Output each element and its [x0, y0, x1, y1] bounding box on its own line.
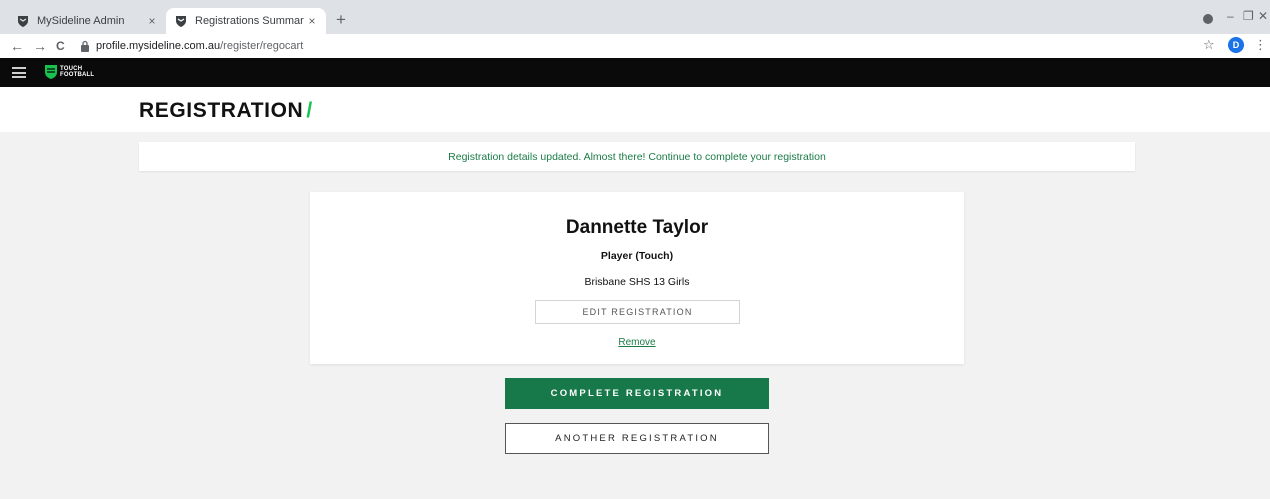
page-title-slash: / [306, 99, 313, 122]
url-host: profile.mysideline.com.au [96, 40, 221, 52]
tab-registrations-summary[interactable]: Registrations Summary – MySide × [166, 8, 326, 34]
extension-icon[interactable] [1203, 14, 1213, 24]
tab-title: MySideline Admin [37, 15, 125, 27]
browser-toolbar: ← → C profile.mysideline.com.au/register… [0, 34, 1270, 58]
forward-icon[interactable]: → [33, 37, 47, 55]
logo-shield-icon [45, 65, 57, 79]
page-title: REGISTRATION / [139, 99, 313, 123]
minimize-icon[interactable]: – [1227, 9, 1234, 23]
browser-tab-strip: MySideline Admin × Registrations Summary… [0, 0, 1270, 34]
url-path: /register/regocart [220, 40, 304, 52]
bookmark-star-icon[interactable]: ☆ [1203, 37, 1215, 53]
touch-football-logo[interactable]: TOUCH FOOTBALL [44, 64, 94, 80]
complete-registration-button[interactable]: COMPLETE REGISTRATION [505, 378, 769, 409]
lock-icon [81, 40, 89, 52]
registrant-role: Player (Touch) [600, 250, 674, 262]
page-title-text: REGISTRATION [139, 99, 304, 122]
brand-text: TOUCH FOOTBALL [60, 66, 94, 78]
tab-title: Registrations Summary – MySide [195, 15, 304, 27]
another-registration-button[interactable]: ANOTHER REGISTRATION [505, 423, 769, 454]
status-notice: Registration details updated. Almost the… [139, 142, 1135, 171]
shield-icon [18, 16, 28, 27]
remove-link[interactable]: Remove [310, 337, 964, 348]
tab-mysideline-admin[interactable]: MySideline Admin × [8, 8, 166, 34]
tab-close-icon[interactable]: × [304, 14, 320, 28]
registrant-name: Dannette Taylor [565, 217, 709, 238]
window-close-icon[interactable]: ✕ [1258, 9, 1268, 23]
app-header: TOUCH FOOTBALL [0, 58, 1270, 87]
brand-line-2: FOOTBALL [60, 72, 95, 78]
browser-menu-icon[interactable]: ⋮ [1254, 37, 1267, 53]
registration-card: Dannette Taylor Player (Touch) Brisbane … [310, 192, 964, 364]
page-heading-band: REGISTRATION / [0, 87, 1270, 132]
back-icon[interactable]: ← [10, 37, 24, 55]
restore-icon[interactable]: ❐ [1243, 9, 1254, 23]
edit-registration-button[interactable]: EDIT REGISTRATION [535, 300, 740, 324]
profile-avatar[interactable]: D [1228, 37, 1244, 53]
reload-icon[interactable]: C [56, 37, 65, 55]
shield-icon [176, 16, 186, 27]
address-bar[interactable]: profile.mysideline.com.au/register/regoc… [80, 36, 1186, 56]
tab-close-icon[interactable]: × [144, 14, 160, 28]
registrant-team: Brisbane SHS 13 Girls [584, 276, 690, 288]
notice-text: Registration details updated. Almost the… [448, 150, 826, 163]
new-tab-button[interactable]: + [336, 11, 346, 29]
hamburger-icon[interactable] [12, 67, 26, 78]
